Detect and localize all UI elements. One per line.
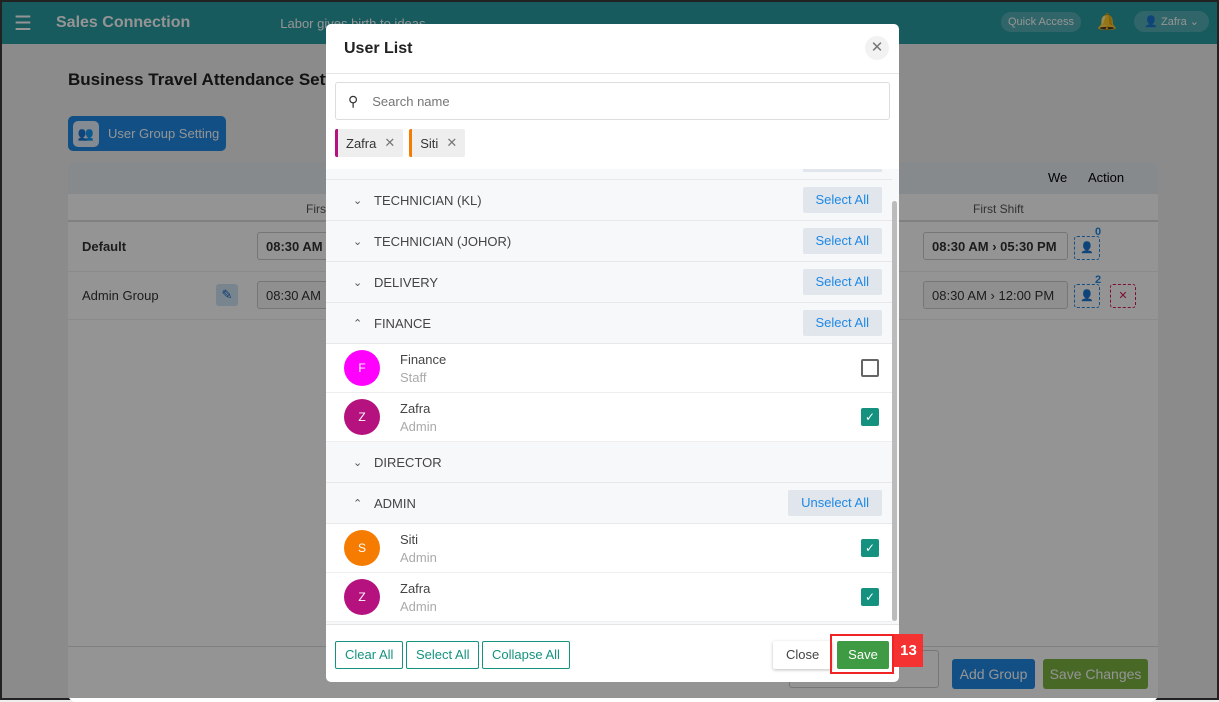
select-all-button[interactable]: Select All <box>406 641 480 669</box>
group-row[interactable]: ⌄ DIRECTOR <box>326 442 892 483</box>
selected-chip: Siti ✕ <box>409 129 466 157</box>
avatar: Z <box>344 579 380 615</box>
user-name: Siti <box>400 531 419 547</box>
group-name: TECHNICIAN (KL) <box>374 192 482 208</box>
user-role: Admin <box>400 549 437 565</box>
user-checkbox[interactable]: ✓ <box>861 408 879 426</box>
user-name: Zafra <box>400 580 431 596</box>
scrollbar[interactable] <box>892 201 897 621</box>
group-select-toggle-button[interactable]: Select All <box>802 310 882 336</box>
modal-title: User List <box>326 24 899 74</box>
group-row[interactable]: ⌃ FINANCE Select All <box>326 303 892 344</box>
group-select-toggle-button[interactable]: Unselect All <box>788 490 882 516</box>
chevron-up-icon[interactable]: ⌃ <box>353 497 371 510</box>
search-box: ⚲ <box>335 82 890 120</box>
chevron-down-icon[interactable]: ⌄ <box>353 194 371 207</box>
group-name: TECHNICIAN (JOHOR) <box>374 233 512 249</box>
group-select-toggle-button[interactable]: Select All <box>802 269 882 295</box>
group-name: FINANCE <box>374 315 432 331</box>
user-info: Zafra Admin <box>400 581 437 614</box>
close-icon[interactable]: ✕ <box>865 36 889 60</box>
user-info: Zafra Admin <box>400 401 437 434</box>
user-role: Staff <box>400 369 427 385</box>
user-checkbox[interactable] <box>861 359 879 377</box>
chevron-down-icon[interactable]: ⌄ <box>353 456 371 469</box>
avatar: S <box>344 530 380 566</box>
group-row-partial <box>326 169 892 180</box>
user-role: Admin <box>400 418 437 434</box>
selected-chips: Zafra ✕ Siti ✕ <box>335 129 466 157</box>
user-name: Finance <box>400 351 447 367</box>
search-icon: ⚲ <box>348 92 359 109</box>
close-button[interactable]: Close <box>773 641 832 669</box>
highlight-box <box>830 634 894 674</box>
collapse-all-button[interactable]: Collapse All <box>482 641 570 669</box>
user-info: Finance Staff <box>400 352 446 385</box>
group-name: DIRECTOR <box>374 454 442 470</box>
group-row[interactable]: ⌄ DELIVERY Select All <box>326 262 892 303</box>
user-role: Admin <box>400 598 437 614</box>
user-list-modal: User List ✕ ⚲ Zafra✕Siti✕ ⌄TECHNICIAN (K… <box>326 24 899 682</box>
avatar: F <box>344 350 380 386</box>
group-select-toggle-button[interactable]: Select All <box>802 228 882 254</box>
group-row[interactable]: ⌃ ADMIN Unselect All <box>326 483 892 524</box>
user-row[interactable]: F Finance Staff <box>326 344 892 393</box>
group-select-toggle-button[interactable]: Select All <box>802 187 882 213</box>
user-checkbox[interactable]: ✓ <box>861 539 879 557</box>
user-row[interactable]: Z Zafra Admin ✓ <box>326 393 892 442</box>
chip-label: Zafra <box>346 135 377 151</box>
remove-chip-icon[interactable]: ✕ <box>446 135 457 151</box>
group-row[interactable]: ⌄ TECHNICIAN (KL) Select All <box>326 180 892 221</box>
chevron-up-icon[interactable]: ⌃ <box>353 317 371 330</box>
user-row[interactable]: S Siti Admin ✓ <box>326 524 892 573</box>
search-input[interactable] <box>372 93 853 109</box>
group-name: ADMIN <box>374 495 416 511</box>
group-list: ⌄ TECHNICIAN (KL) Select All ⌄ TECHNICIAN (J… <box>326 169 899 624</box>
user-row[interactable]: Z Zafra Admin ✓ <box>326 573 892 622</box>
group-row[interactable]: ⌄ TECHNICIAN (JOHOR) Select All <box>326 221 892 262</box>
chevron-down-icon[interactable]: ⌄ <box>353 276 371 289</box>
chip-label: Siti <box>420 135 439 151</box>
clear-all-button[interactable]: Clear All <box>335 641 404 669</box>
remove-chip-icon[interactable]: ✕ <box>384 135 395 151</box>
group-name: DELIVERY <box>374 274 439 290</box>
user-info: Siti Admin <box>400 532 437 565</box>
user-checkbox[interactable]: ✓ <box>861 588 879 606</box>
selected-chip: Zafra ✕ <box>335 129 404 157</box>
avatar: Z <box>344 399 380 435</box>
user-name: Zafra <box>400 400 431 416</box>
modal-footer: Clear All Select All Collapse All Close … <box>326 624 899 682</box>
chevron-down-icon[interactable]: ⌄ <box>353 235 371 248</box>
step-badge: 13 <box>894 634 923 667</box>
